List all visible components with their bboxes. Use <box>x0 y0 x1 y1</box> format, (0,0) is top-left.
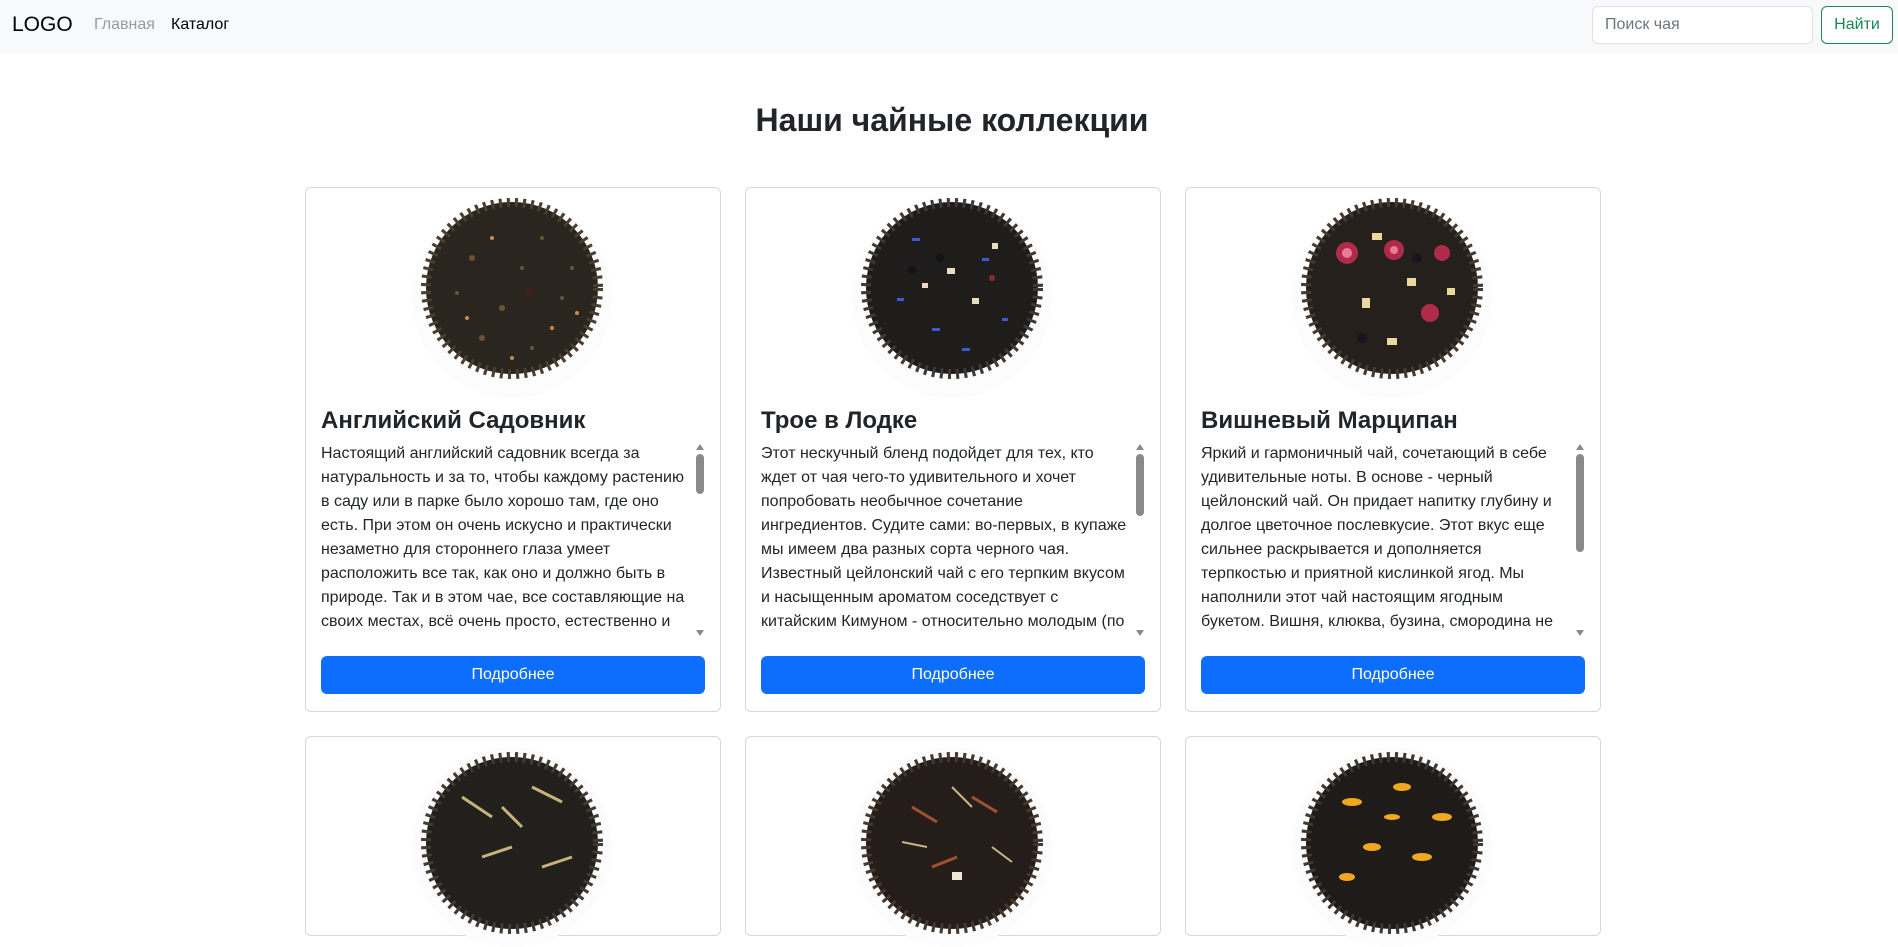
scroll-up-arrow-icon[interactable] <box>1136 444 1144 450</box>
navbar: LOGO Главная Каталог Найти <box>0 0 1898 53</box>
nav-link-home[interactable]: Главная <box>94 15 155 35</box>
page-title: Наши чайные коллекции <box>755 102 1149 138</box>
scrollbar-thumb[interactable] <box>1136 454 1144 516</box>
details-button[interactable]: Подробнее <box>761 656 1145 694</box>
tea-with-marigold-icon <box>1292 747 1492 947</box>
tea-card <box>745 736 1161 947</box>
scroll-up-arrow-icon[interactable] <box>696 444 704 450</box>
card-description: Настоящий английский садовник всегда за … <box>321 445 685 638</box>
scroll-down-arrow-icon[interactable] <box>696 630 704 636</box>
scrollbar-thumb[interactable] <box>696 454 704 494</box>
card-image <box>1186 188 1600 398</box>
card-description: Этот нескучный бленд подойдет для тех, к… <box>761 445 1127 638</box>
details-button[interactable]: Подробнее <box>1201 656 1585 694</box>
scrollbar-thumb[interactable] <box>1576 454 1584 552</box>
scrollbar[interactable] <box>694 442 706 638</box>
loose-black-tea-icon <box>412 198 612 398</box>
search-button[interactable]: Найти <box>1821 6 1893 44</box>
tea-with-berries-icon <box>1292 198 1492 398</box>
tea-card <box>305 736 721 947</box>
scrollbar[interactable] <box>1134 442 1146 638</box>
card-title: Трое в Лодке <box>761 407 918 434</box>
tea-card: Вишневый Марципан Яркий и гармоничный ча… <box>1185 187 1601 712</box>
card-description-scroll[interactable]: Яркий и гармоничный чай, сочетающий в се… <box>1201 442 1586 638</box>
scroll-up-arrow-icon[interactable] <box>1576 444 1584 450</box>
details-button[interactable]: Подробнее <box>321 656 705 694</box>
card-image <box>746 188 1160 398</box>
nav-link-catalog[interactable]: Каталог <box>171 15 229 35</box>
scroll-down-arrow-icon[interactable] <box>1136 630 1144 636</box>
card-image <box>1186 737 1600 947</box>
brand-logo[interactable]: LOGO <box>12 12 73 38</box>
tea-with-herbs-icon <box>852 747 1052 947</box>
search-input[interactable] <box>1592 6 1813 44</box>
card-image <box>746 737 1160 947</box>
card-title: Английский Садовник <box>321 407 586 434</box>
card-description-scroll[interactable]: Этот нескучный бленд подойдет для тех, к… <box>761 442 1146 638</box>
tea-with-lemongrass-icon <box>412 747 612 947</box>
tea-card: Английский Садовник Настоящий английский… <box>305 187 721 712</box>
scrollbar[interactable] <box>1574 442 1586 638</box>
tea-card <box>1185 736 1601 947</box>
card-image <box>306 737 720 947</box>
card-description: Яркий и гармоничный чай, сочетающий в се… <box>1201 445 1553 638</box>
tea-with-cornflower-icon <box>852 198 1052 398</box>
scroll-down-arrow-icon[interactable] <box>1576 630 1584 636</box>
card-title: Вишневый Марципан <box>1201 407 1458 434</box>
card-image <box>306 188 720 398</box>
card-description-scroll[interactable]: Настоящий английский садовник всегда за … <box>321 442 706 638</box>
tea-card: Трое в Лодке Этот нескучный бленд подойд… <box>745 187 1161 712</box>
